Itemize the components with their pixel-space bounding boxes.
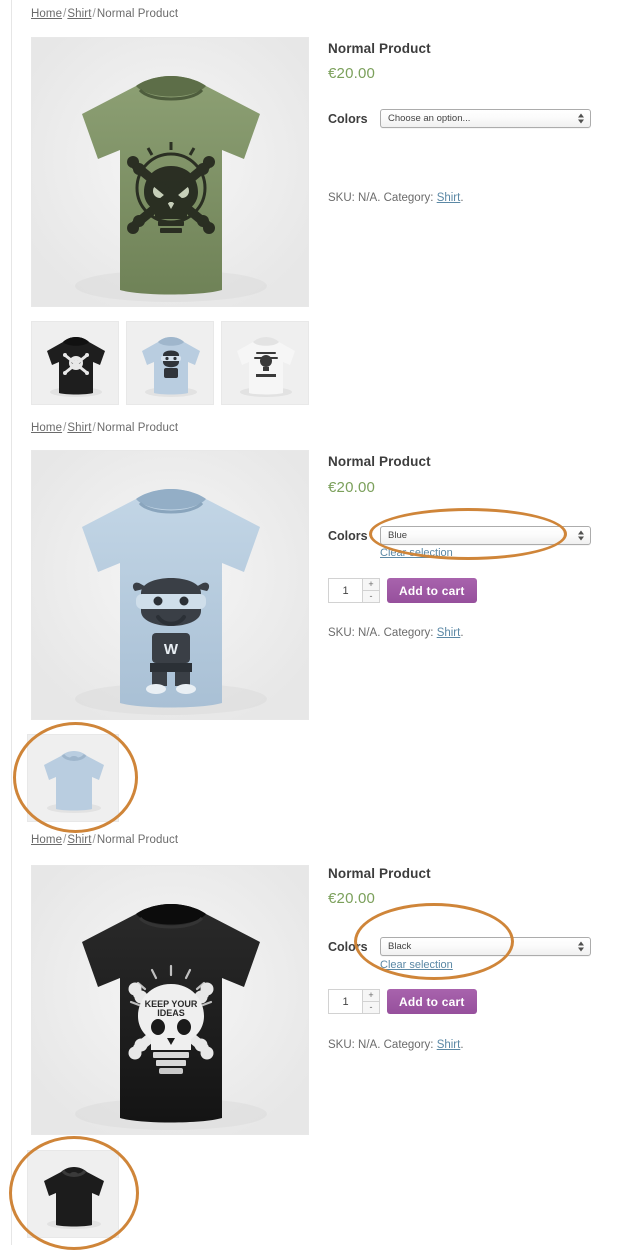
category-prefix: Category: — [383, 1039, 434, 1051]
sku-prefix: SKU: — [328, 627, 355, 639]
colors-select-value: Black — [388, 941, 412, 952]
breadcrumb: Home/Shirt/Normal Product — [31, 8, 178, 20]
chevron-updown-icon — [577, 529, 584, 542]
breadcrumb-current: Normal Product — [96, 422, 179, 434]
black-skull-tshirt-image: KEEP YOUR IDEAS — [32, 866, 308, 1134]
category-suffix: . — [460, 192, 464, 204]
category-prefix: Category: — [383, 192, 434, 204]
colors-select-value: Blue — [388, 530, 408, 541]
breadcrumb-home-link[interactable]: Home — [31, 422, 62, 434]
product-main-image[interactable]: W — [31, 450, 309, 720]
svg-text:IDEAS: IDEAS — [157, 1008, 185, 1018]
quantity-increment-button[interactable]: + — [363, 579, 379, 591]
product-price: €20.00 — [328, 65, 376, 82]
sku-value: N/A. — [358, 627, 381, 639]
olive-skull-tshirt-image — [32, 38, 308, 306]
thumbnail-blue-ninja-tshirt[interactable] — [126, 321, 214, 405]
product-price: €20.00 — [328, 479, 376, 496]
colors-select[interactable]: Black — [380, 937, 591, 956]
category-link[interactable]: Shirt — [437, 192, 461, 204]
breadcrumb-home-link[interactable]: Home — [31, 834, 62, 846]
product-thumbnail-strip — [27, 734, 119, 822]
quantity-decrement-button[interactable]: - — [363, 1002, 379, 1013]
thumbnail-black-skull-tshirt[interactable] — [31, 321, 119, 405]
attribute-row-colors: Colors Choose an option... — [328, 109, 591, 128]
attribute-label-colors: Colors — [328, 939, 368, 954]
quantity-increment-button[interactable]: + — [363, 990, 379, 1002]
product-main-image[interactable]: KEEP YOUR IDEAS — [31, 865, 309, 1135]
chevron-updown-icon — [577, 940, 584, 953]
page-title: Normal Product — [328, 866, 431, 881]
black-skull-tshirt-back-thumb-image — [28, 1151, 118, 1237]
quantity-stepper[interactable]: 1 + - — [328, 578, 380, 603]
sku-prefix: SKU: — [328, 1039, 355, 1051]
product-section-black-selected: Home/Shirt/Normal Product KEEP YOUR IDEA… — [0, 823, 617, 1245]
category-suffix: . — [460, 1039, 464, 1051]
add-to-cart-row: 1 + - Add to cart — [328, 578, 477, 603]
product-thumbnail-strip — [27, 1150, 119, 1238]
quantity-value[interactable]: 1 — [329, 579, 362, 602]
product-section-no-selection: Home/Shirt/Normal Product Normal Product… — [0, 0, 617, 412]
clear-selection-link[interactable]: Clear selection — [380, 959, 453, 971]
category-link[interactable]: Shirt — [437, 1039, 461, 1051]
page-title: Normal Product — [328, 454, 431, 469]
sku-value: N/A. — [358, 192, 381, 204]
breadcrumb-current: Normal Product — [96, 8, 179, 20]
clear-selection-link[interactable]: Clear selection — [380, 547, 453, 559]
breadcrumb: Home/Shirt/Normal Product — [31, 834, 178, 846]
category-link[interactable]: Shirt — [437, 627, 461, 639]
product-price: €20.00 — [328, 890, 376, 907]
attribute-row-colors: Colors Black — [328, 937, 591, 956]
chevron-updown-icon — [577, 112, 584, 125]
attribute-label-colors: Colors — [328, 111, 368, 126]
sku-category-line: SKU: N/A. Category: Shirt. — [328, 192, 464, 204]
category-prefix: Category: — [383, 627, 434, 639]
quantity-stepper[interactable]: 1 + - — [328, 989, 380, 1014]
add-to-cart-button[interactable]: Add to cart — [387, 989, 477, 1014]
add-to-cart-button[interactable]: Add to cart — [387, 578, 477, 603]
thumbnail-black-skull-tshirt-back[interactable] — [27, 1150, 119, 1238]
page-title: Normal Product — [328, 41, 431, 56]
thumbnail-blue-ninja-tshirt-back[interactable] — [27, 734, 119, 822]
product-thumbnail-strip — [31, 321, 309, 405]
blue-ninja-tshirt-back-thumb-image — [28, 735, 118, 821]
blue-ninja-tshirt-thumb-image — [127, 322, 213, 404]
black-skull-tshirt-thumb-image — [32, 322, 118, 404]
sku-category-line: SKU: N/A. Category: Shirt. — [328, 627, 464, 639]
sku-category-line: SKU: N/A. Category: Shirt. — [328, 1039, 464, 1051]
colors-select[interactable]: Choose an option... — [380, 109, 591, 128]
breadcrumb-current: Normal Product — [96, 834, 179, 846]
breadcrumb: Home/Shirt/Normal Product — [31, 422, 178, 434]
attribute-row-colors: Colors Blue — [328, 526, 591, 545]
quantity-value[interactable]: 1 — [329, 990, 362, 1013]
colors-select-value: Choose an option... — [388, 113, 471, 124]
attribute-label-colors: Colors — [328, 528, 368, 543]
quantity-decrement-button[interactable]: - — [363, 591, 379, 602]
svg-text:W: W — [164, 641, 179, 658]
thumbnail-white-bulb-tshirt[interactable] — [221, 321, 309, 405]
breadcrumb-category-link[interactable]: Shirt — [67, 422, 91, 434]
breadcrumb-category-link[interactable]: Shirt — [67, 8, 91, 20]
sku-prefix: SKU: — [328, 192, 355, 204]
quantity-buttons: + - — [362, 990, 379, 1013]
blue-ninja-tshirt-image: W — [32, 451, 308, 719]
sku-value: N/A. — [358, 1039, 381, 1051]
quantity-buttons: + - — [362, 579, 379, 602]
white-bulb-tshirt-thumb-image — [222, 322, 308, 404]
category-suffix: . — [460, 627, 464, 639]
colors-select[interactable]: Blue — [380, 526, 591, 545]
breadcrumb-category-link[interactable]: Shirt — [67, 834, 91, 846]
breadcrumb-home-link[interactable]: Home — [31, 8, 62, 20]
add-to-cart-row: 1 + - Add to cart — [328, 989, 477, 1014]
product-main-image[interactable] — [31, 37, 309, 307]
product-section-blue-selected: Home/Shirt/Normal Product W Normal Produ… — [0, 412, 617, 823]
